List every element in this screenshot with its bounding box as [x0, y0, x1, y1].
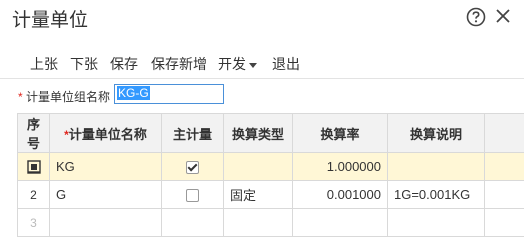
cell-seq: 3	[17, 208, 50, 237]
cell-rate[interactable]	[292, 208, 388, 237]
cell-unit-name[interactable]: G	[49, 180, 162, 209]
header-rate[interactable]: 换算率	[292, 113, 388, 153]
cell-desc[interactable]: 1G=0.001KG	[387, 180, 485, 209]
group-name-row: * 计量单位组名称 KG-G	[0, 84, 524, 108]
toolbar: 上张 下张 保存 保存新增 开发 退出	[0, 50, 524, 79]
row-indicator[interactable]	[17, 152, 50, 181]
group-name-value: KG-G	[117, 86, 150, 100]
header-seq: 序号	[17, 113, 50, 153]
primary-checkbox[interactable]	[186, 189, 199, 203]
header-desc[interactable]: 换算说明	[387, 113, 485, 153]
header-extra	[484, 113, 524, 153]
cell-unit-name[interactable]	[49, 208, 162, 237]
cell-extra	[484, 208, 524, 237]
cell-desc[interactable]	[387, 152, 485, 181]
cell-primary[interactable]	[161, 208, 224, 237]
group-name-label: * 计量单位组名称	[18, 88, 110, 105]
cell-conv-type[interactable]	[223, 208, 293, 237]
exit-button[interactable]: 退出	[272, 54, 300, 74]
table-row[interactable]: 2 G 固定 0.001000 1G=0.001KG	[17, 180, 524, 209]
dialog-title-bar: 计量单位	[0, 0, 524, 36]
cell-seq: 2	[17, 180, 50, 209]
table-row[interactable]: KG 1.000000	[17, 152, 524, 181]
cell-conv-type[interactable]: 固定	[223, 180, 293, 209]
chevron-down-icon	[249, 62, 257, 68]
close-icon[interactable]	[494, 7, 512, 25]
prev-button[interactable]: 上张	[30, 54, 58, 74]
primary-checkbox[interactable]	[186, 161, 199, 175]
header-unit-name-text: 计量单位名称	[68, 126, 147, 142]
help-icon[interactable]	[466, 7, 486, 27]
cell-primary[interactable]	[161, 152, 224, 181]
unit-grid: 序号 *计量单位名称 主计量 换算类型 换算率 换算说明 KG 1.000000	[17, 113, 524, 237]
row-edit-icon	[26, 160, 41, 174]
save-new-button[interactable]: 保存新增	[151, 54, 207, 74]
cell-extra	[484, 152, 524, 181]
dev-menu-label: 开发	[218, 56, 246, 72]
cell-rate[interactable]: 0.001000	[292, 180, 388, 209]
next-button[interactable]: 下张	[70, 54, 98, 74]
dialog-title: 计量单位	[12, 10, 89, 31]
table-row[interactable]: 3	[17, 208, 524, 237]
cell-unit-name[interactable]: KG	[49, 152, 162, 181]
cell-primary[interactable]	[161, 180, 224, 209]
cell-extra	[484, 180, 524, 209]
header-conv-type[interactable]: 换算类型	[223, 113, 293, 153]
header-primary[interactable]: 主计量	[161, 113, 224, 153]
group-name-input[interactable]: KG-G	[114, 84, 224, 104]
dev-menu-button[interactable]: 开发	[218, 54, 257, 74]
cell-conv-type[interactable]	[223, 152, 293, 181]
save-button[interactable]: 保存	[110, 54, 138, 74]
cell-desc[interactable]	[387, 208, 485, 237]
required-mark: *	[18, 90, 27, 104]
header-unit-name[interactable]: *计量单位名称	[49, 113, 162, 153]
group-name-label-text: 计量单位组名称	[26, 90, 111, 104]
cell-rate[interactable]: 1.000000	[292, 152, 388, 181]
